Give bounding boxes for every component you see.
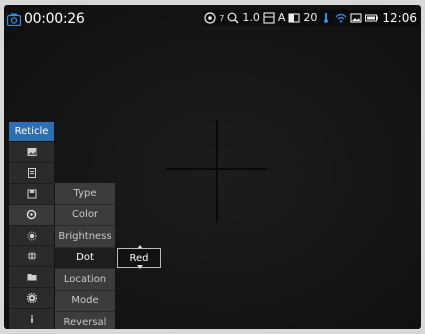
gear-icon — [26, 293, 37, 304]
submenu-item-reversal[interactable]: Reversal — [55, 312, 115, 329]
auto-mode: A — [277, 11, 286, 24]
submenu-item-dot[interactable]: Dot — [55, 247, 115, 269]
picture-icon — [27, 147, 36, 156]
sun-icon — [27, 231, 36, 240]
brightness-value: 20 — [303, 11, 318, 24]
menu-item-picture[interactable] — [9, 142, 54, 163]
recording-timer: 00:00:26 — [24, 11, 85, 27]
thermometer-icon — [324, 13, 329, 23]
crosshair-horizontal — [166, 168, 267, 170]
battery-icon — [365, 14, 379, 22]
document-icon — [27, 167, 36, 178]
zoom-icon — [227, 12, 239, 24]
globe-icon — [27, 251, 36, 261]
crosshair-vertical — [216, 120, 218, 223]
reticle-submenu: Type Color Brightness Dot Location Mode … — [55, 183, 115, 329]
brightness-icon — [288, 13, 300, 23]
clock: 12:06 — [382, 11, 417, 25]
reticle-icon — [26, 209, 37, 220]
camera-icon — [7, 13, 21, 26]
menu-item-sun[interactable] — [9, 225, 54, 247]
menu-item-reticle[interactable] — [9, 204, 54, 226]
save-icon — [27, 189, 36, 199]
menu-icon-column — [9, 142, 54, 329]
submenu-item-color[interactable]: Color — [55, 204, 115, 226]
submenu-item-location[interactable]: Location — [55, 269, 115, 291]
settings-icon — [204, 12, 216, 24]
menu-item-folder[interactable] — [9, 267, 54, 289]
submenu-item-brightness[interactable]: Brightness — [55, 226, 115, 248]
value-down-arrow-icon[interactable] — [137, 265, 143, 269]
zoom-value: 1.0 — [242, 11, 260, 24]
menu-item-globe[interactable] — [9, 246, 54, 268]
signal-count: 7 — [219, 13, 225, 23]
info-icon — [30, 315, 33, 324]
menu-title[interactable]: Reticle — [9, 122, 54, 141]
image-icon — [350, 13, 362, 23]
submenu-item-mode[interactable]: Mode — [55, 290, 115, 312]
photo-mode-icon — [263, 12, 275, 24]
menu-item-document[interactable] — [9, 162, 54, 184]
status-bar: 7 1.0 A 20 12:06 — [202, 10, 419, 26]
submenu-item-type[interactable]: Type — [55, 183, 115, 205]
menu-item-save[interactable] — [9, 183, 54, 205]
menu-item-gear[interactable] — [9, 288, 54, 310]
menu-item-info[interactable] — [9, 309, 54, 329]
viewfinder-screen: 00:00:26 7 1.0 A 20 12:06 Reticle Type C… — [4, 5, 421, 329]
folder-icon — [27, 274, 36, 281]
wifi-icon — [335, 13, 347, 23]
